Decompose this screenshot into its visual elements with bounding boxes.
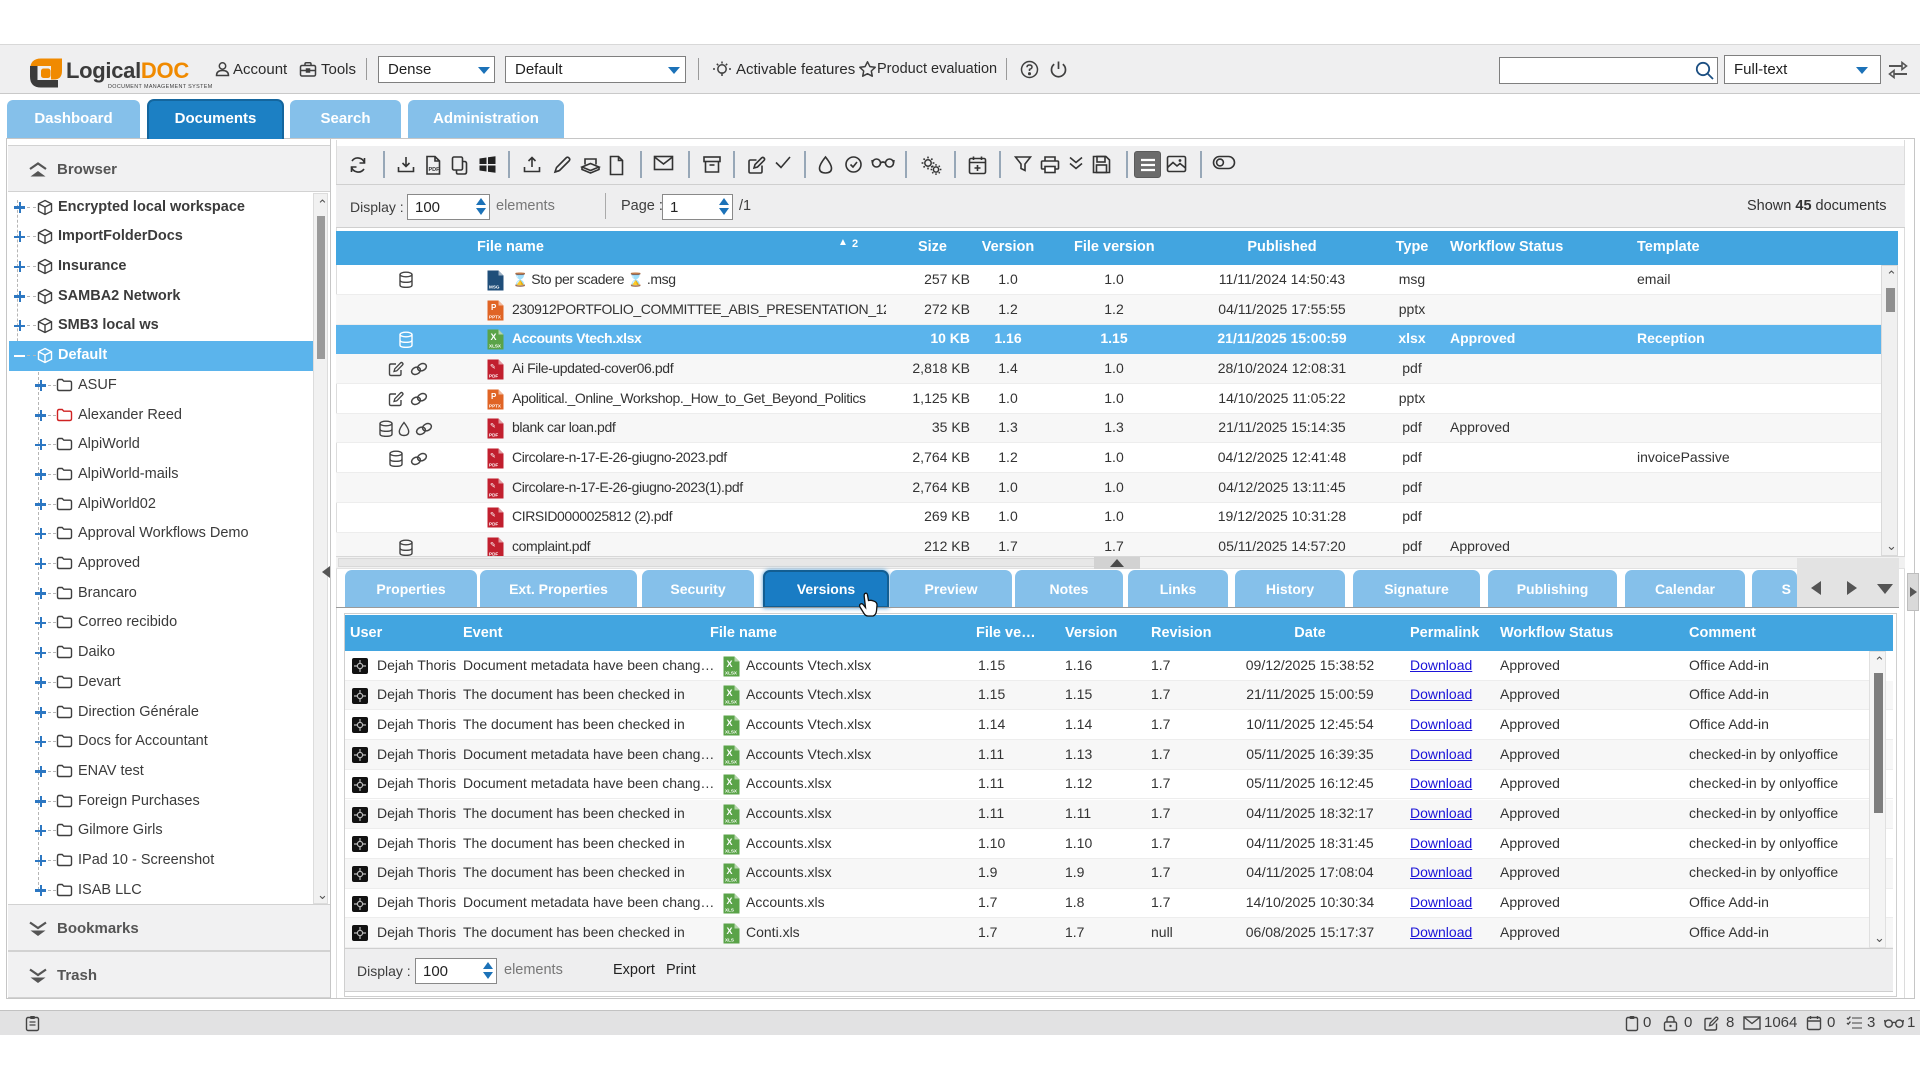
svg-text:PDF: PDF — [429, 167, 441, 173]
svg-text:XLSX: XLSX — [725, 878, 738, 883]
svg-text:PDF: PDF — [489, 373, 498, 378]
svg-text:XLS: XLS — [725, 908, 734, 913]
svg-text:MSG: MSG — [489, 284, 500, 289]
svg-text:✎: ✎ — [490, 483, 496, 490]
svg-text:X: X — [727, 688, 733, 698]
svg-text:X: X — [727, 896, 733, 906]
svg-text:XLSX: XLSX — [725, 729, 738, 734]
svg-text:X: X — [727, 926, 733, 936]
svg-text:XLSX: XLSX — [725, 819, 738, 824]
svg-text:X: X — [727, 777, 733, 787]
svg-text:XLSX: XLSX — [725, 848, 738, 853]
svg-text:X: X — [727, 748, 733, 758]
svg-text:PPTX: PPTX — [489, 403, 502, 408]
svg-text:P: P — [491, 392, 497, 401]
svg-text:✎: ✎ — [490, 453, 496, 460]
svg-text:X: X — [727, 659, 733, 669]
svg-text:X: X — [727, 866, 733, 876]
svg-text:X: X — [727, 718, 733, 728]
svg-text:PDF: PDF — [489, 433, 498, 438]
svg-text:✎: ✎ — [490, 423, 496, 430]
svg-text:XLS: XLS — [725, 937, 734, 942]
svg-text:XLSX: XLSX — [725, 759, 738, 764]
svg-text:✎: ✎ — [490, 512, 496, 519]
svg-text:X: X — [727, 807, 733, 817]
svg-text:P: P — [491, 303, 497, 312]
svg-text:PDF: PDF — [489, 522, 498, 527]
svg-text:PDF: PDF — [489, 463, 498, 468]
svg-text:PPTX: PPTX — [489, 314, 502, 319]
svg-text:X: X — [491, 332, 497, 342]
svg-text:XLSX: XLSX — [725, 670, 738, 675]
svg-text:XLSX: XLSX — [489, 344, 502, 349]
svg-text:XLSX: XLSX — [725, 789, 738, 794]
svg-text:PDF: PDF — [489, 492, 498, 497]
svg-text:XLSX: XLSX — [725, 700, 738, 705]
svg-text:✎: ✎ — [490, 542, 496, 549]
svg-text:X: X — [727, 837, 733, 847]
svg-text:✎: ✎ — [490, 364, 496, 371]
